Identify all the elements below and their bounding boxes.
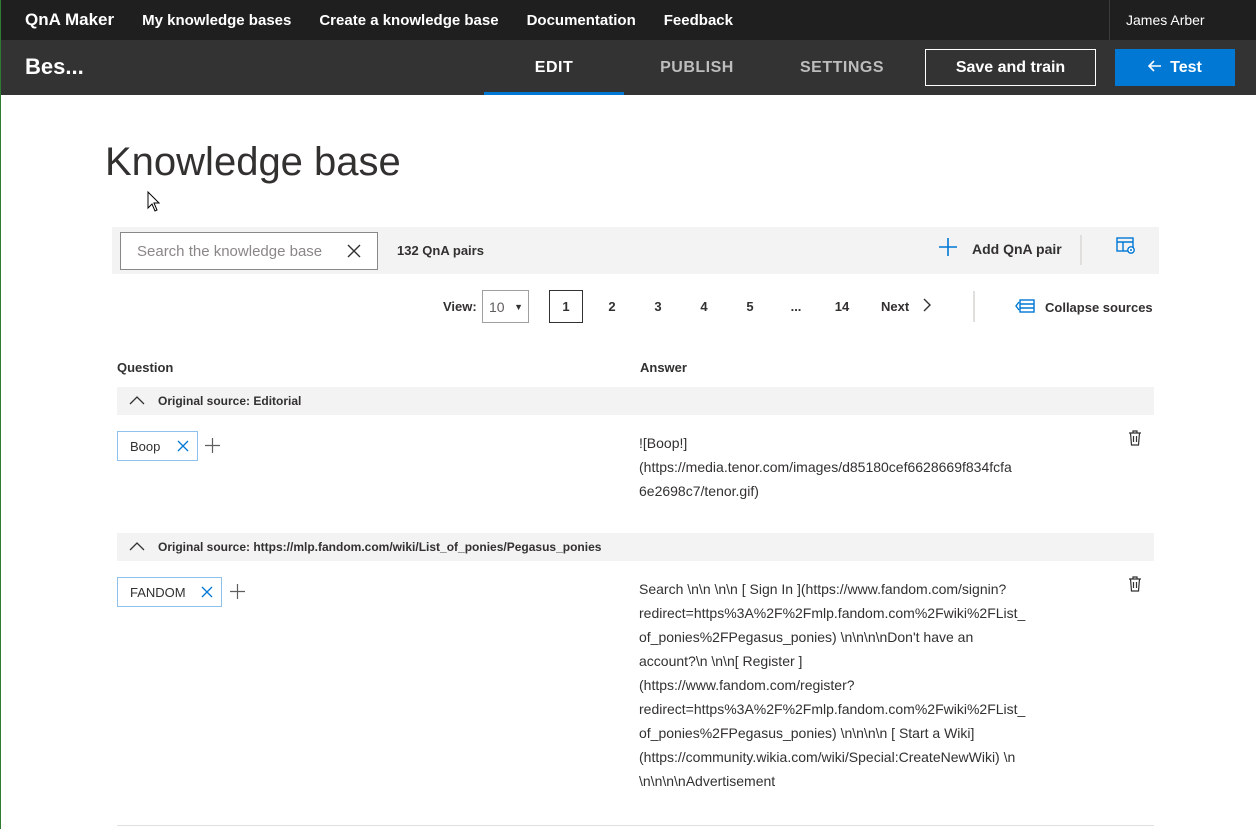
collapse-sources-icon [1015,298,1035,317]
nav-feedback[interactable]: Feedback [664,12,733,29]
page-1-label: 1 [562,299,570,314]
page-size-select[interactable]: 10 ▼ [482,290,529,323]
kb-toolbar: 132 QnA pairs Add QnA pair [112,227,1159,274]
source-label: Original source: https://mlp.fandom.com/… [158,540,602,554]
table-settings-icon[interactable] [1116,237,1136,260]
tab-edit[interactable]: EDIT [484,40,624,95]
close-icon[interactable] [201,586,213,601]
test-button[interactable]: Test [1115,49,1235,86]
question-tag[interactable]: Boop [117,431,198,461]
collapse-sources-button[interactable]: Collapse sources [1015,298,1153,317]
close-icon[interactable] [345,242,363,260]
view-label: View: [443,299,477,314]
page-5-label: 5 [746,299,754,314]
chevron-up-icon [129,540,145,554]
question-tag[interactable]: FANDOM [117,577,222,607]
page-4-label: 4 [700,299,708,314]
test-button-label: Test [1170,58,1202,76]
add-question-plus-icon[interactable] [230,584,245,604]
save-and-train-button[interactable]: Save and train [925,49,1096,86]
toolbar-divider [1080,235,1082,265]
page-title: Knowledge base [105,140,401,184]
chevron-up-icon [129,394,145,408]
tab-settings-label: SETTINGS [799,58,884,76]
page-3[interactable]: 3 [647,290,669,323]
pager-divider [973,291,975,322]
close-icon[interactable] [177,440,189,455]
page-ellipsis: ... [785,290,807,323]
kb-command-bar: Bes... EDIT PUBLISH SETTINGS Save and tr… [1,40,1256,95]
answer-text[interactable]: ![Boop!] (https://media.tenor.com/images… [639,431,1069,503]
search-box [120,232,378,270]
tab-settings[interactable]: SETTINGS [772,40,912,95]
page-5[interactable]: 5 [739,290,761,323]
caret-down-icon: ▼ [514,302,523,312]
add-qna-pair-label: Add QnA pair [972,240,1062,257]
answer-text[interactable]: Search \n\n \n\n [ Sign In ](https://www… [639,577,1069,793]
search-input[interactable] [121,233,341,269]
page-3-label: 3 [654,299,662,314]
user-name: James Arber [1126,12,1205,28]
user-menu[interactable]: James Arber [1109,0,1256,40]
arrow-left-icon [1148,59,1162,77]
next-page-button[interactable]: Next [881,290,943,323]
page-4[interactable]: 4 [693,290,715,323]
tab-edit-label: EDIT [534,58,574,76]
page-14-label: 14 [834,299,850,314]
trash-icon[interactable] [1128,576,1142,597]
chevron-right-icon [923,298,932,315]
add-qna-pair-button[interactable]: Add QnA pair [938,237,1062,260]
nav-create-knowledge-base[interactable]: Create a knowledge base [319,12,498,29]
pair-count: 132 QnA pairs [397,243,484,258]
next-page-label: Next [881,299,910,314]
answer-column-header: Answer [640,360,687,375]
page-14[interactable]: 14 [829,290,855,323]
top-nav: QnA Maker My knowledge bases Create a kn… [1,0,1256,40]
page-2-label: 2 [608,299,616,314]
add-question-plus-icon[interactable] [205,438,220,458]
source-group-header[interactable]: Original source: https://mlp.fandom.com/… [117,533,1154,561]
nav-my-knowledge-bases[interactable]: My knowledge bases [142,12,291,29]
source-group-header[interactable]: Original source: Editorial [117,387,1154,415]
question-text: FANDOM [130,584,186,600]
plus-icon [938,237,958,260]
brand-link[interactable]: QnA Maker [25,10,114,30]
tab-publish[interactable]: PUBLISH [627,40,767,95]
source-label: Original source: Editorial [158,394,302,408]
nav-documentation[interactable]: Documentation [527,12,636,29]
question-text: Boop [130,438,161,454]
page-1[interactable]: 1 [549,290,583,323]
page-ellipsis-label: ... [790,299,802,314]
trash-icon[interactable] [1128,430,1142,451]
collapse-sources-label: Collapse sources [1045,300,1153,315]
kb-name: Bes... [25,54,84,79]
tab-publish-label: PUBLISH [660,58,734,76]
row-divider [117,825,1154,826]
question-column-header: Question [117,360,174,375]
mouse-cursor-icon [147,190,161,218]
page-2[interactable]: 2 [601,290,623,323]
page-size-value: 10 [489,298,505,315]
